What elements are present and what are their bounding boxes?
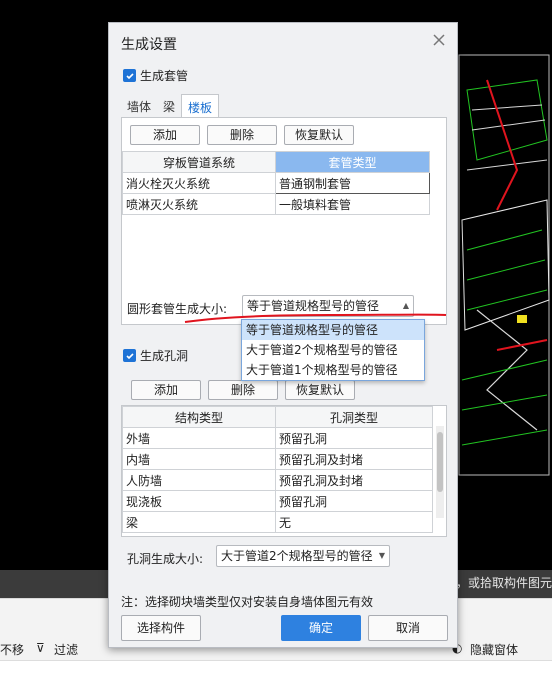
table-row[interactable]: 现浇板 预留孔洞 bbox=[122, 490, 433, 512]
table-row[interactable]: 内墙 预留孔洞及封堵 bbox=[122, 448, 433, 470]
sleeve-add-button[interactable]: 添加 bbox=[130, 125, 200, 145]
hole-delete-button[interactable]: 删除 bbox=[208, 380, 278, 400]
table-cell[interactable]: 预留孔洞 bbox=[275, 427, 433, 449]
cancel-button[interactable]: 取消 bbox=[368, 615, 448, 641]
filter-button[interactable]: 过滤 bbox=[54, 641, 78, 658]
sleeve-panel: 添加 删除 恢复默认 穿板管道系统 套管类型 消火栓灭火系统 普通钢制套管 喷淋… bbox=[121, 117, 447, 325]
table-cell[interactable]: 人防墙 bbox=[122, 469, 276, 491]
table-cell[interactable]: 喷淋灭火系统 bbox=[122, 193, 276, 215]
column-header[interactable]: 孔洞类型 bbox=[275, 406, 433, 428]
table-cell[interactable]: 无 bbox=[275, 511, 433, 533]
column-header-selected[interactable]: 套管类型 bbox=[275, 151, 430, 173]
hole-size-label: 孔洞生成大小: bbox=[127, 552, 204, 566]
table-cell[interactable]: 消火栓灭火系统 bbox=[122, 172, 276, 194]
table-row[interactable]: 外墙 预留孔洞 bbox=[122, 427, 433, 449]
hole-table: 结构类型 孔洞类型 外墙 预留孔洞 内墙 预留孔洞及封堵 人防墙 预留孔洞及封堵… bbox=[122, 406, 433, 533]
table-cell-editing[interactable]: 普通钢制套管 bbox=[275, 172, 430, 194]
table-row[interactable]: 喷淋灭火系统 一般填料套管 bbox=[122, 193, 430, 215]
sleeve-restore-button[interactable]: 恢复默认 bbox=[284, 125, 354, 145]
hide-window-button[interactable]: 隐藏窗体 bbox=[470, 641, 518, 658]
hole-table-scrollbar[interactable] bbox=[436, 426, 444, 518]
scrollbar-thumb[interactable] bbox=[437, 432, 443, 492]
table-cell[interactable]: 预留孔洞及封堵 bbox=[275, 469, 433, 491]
tab-beam[interactable]: 梁 bbox=[157, 94, 181, 118]
table-cell[interactable]: 梁 bbox=[122, 511, 276, 533]
dropdown-option[interactable]: 大于管道1个规格型号的管径 bbox=[242, 360, 424, 380]
filter-icon[interactable]: ⊽ bbox=[36, 641, 45, 655]
dropdown-option[interactable]: 等于管道规格型号的管径 bbox=[242, 320, 424, 340]
hole-restore-button[interactable]: 恢复默认 bbox=[285, 380, 355, 400]
generate-hole-checkbox[interactable] bbox=[123, 349, 136, 362]
column-header[interactable]: 结构类型 bbox=[122, 406, 276, 428]
note-text: 注：选择砌块墙类型仅对安装自身墙体图元有效 bbox=[121, 595, 374, 609]
cad-drawing bbox=[458, 54, 550, 476]
dialog-title: 生成设置 bbox=[121, 37, 177, 53]
generate-sleeve-checkbox[interactable] bbox=[123, 69, 136, 82]
table-cell[interactable]: 预留孔洞 bbox=[275, 490, 433, 512]
table-cell[interactable]: 预留孔洞及封堵 bbox=[275, 448, 433, 470]
table-header-row: 穿板管道系统 套管类型 bbox=[122, 151, 430, 173]
tab-wall[interactable]: 墙体 bbox=[121, 94, 157, 118]
select-component-button[interactable]: 选择构件 bbox=[121, 615, 201, 641]
table-cell[interactable]: 现浇板 bbox=[122, 490, 276, 512]
close-icon[interactable] bbox=[431, 32, 447, 48]
sleeve-delete-button[interactable]: 删除 bbox=[207, 125, 277, 145]
status-text: 点，或拾取构件图元 bbox=[443, 576, 552, 590]
column-header[interactable]: 穿板管道系统 bbox=[122, 151, 276, 173]
dropdown-option[interactable]: 大于管道2个规格型号的管径 bbox=[242, 340, 424, 360]
table-cell[interactable]: 内墙 bbox=[122, 448, 276, 470]
table-row[interactable]: 人防墙 预留孔洞及封堵 bbox=[122, 469, 433, 491]
round-sleeve-size-value: 等于管道规格型号的管径 bbox=[247, 299, 380, 313]
table-row[interactable]: 梁 无 bbox=[122, 511, 433, 533]
chevron-down-icon: ▼ bbox=[378, 551, 385, 560]
bottom-grid bbox=[0, 660, 552, 682]
round-sleeve-size-select[interactable]: 等于管道规格型号的管径 ▲ bbox=[242, 295, 414, 317]
move-button[interactable]: 不移 bbox=[0, 641, 24, 658]
tab-bar: 墙体 梁 楼板 bbox=[121, 94, 220, 118]
hole-add-button[interactable]: 添加 bbox=[131, 380, 201, 400]
generate-sleeve-label: 生成套管 bbox=[140, 69, 189, 83]
round-sleeve-size-label: 圆形套管生成大小: bbox=[127, 302, 228, 316]
sleeve-table: 穿板管道系统 套管类型 消火栓灭火系统 普通钢制套管 喷淋灭火系统 一般填料套管 bbox=[122, 151, 430, 215]
generate-hole-row[interactable]: 生成孔洞 bbox=[123, 347, 188, 364]
hole-size-select[interactable]: 大于管道2个规格型号的管径 ▼ bbox=[216, 545, 390, 567]
chevron-down-icon: ▲ bbox=[402, 301, 409, 310]
table-cell[interactable]: 一般填料套管 bbox=[275, 193, 430, 215]
generate-hole-label: 生成孔洞 bbox=[140, 349, 189, 363]
round-sleeve-size-dropdown: 等于管道规格型号的管径 大于管道2个规格型号的管径 大于管道1个规格型号的管径 bbox=[241, 319, 425, 381]
table-header-row: 结构类型 孔洞类型 bbox=[122, 406, 433, 428]
tab-slab[interactable]: 楼板 bbox=[181, 94, 220, 118]
hole-panel: 结构类型 孔洞类型 外墙 预留孔洞 内墙 预留孔洞及封堵 人防墙 预留孔洞及封堵… bbox=[121, 405, 447, 537]
ok-button[interactable]: 确定 bbox=[281, 615, 361, 641]
hole-size-value: 大于管道2个规格型号的管径 bbox=[221, 549, 373, 563]
table-cell[interactable]: 外墙 bbox=[122, 427, 276, 449]
table-row[interactable]: 消火栓灭火系统 普通钢制套管 bbox=[122, 172, 430, 194]
generate-sleeve-row[interactable]: 生成套管 bbox=[123, 67, 188, 84]
